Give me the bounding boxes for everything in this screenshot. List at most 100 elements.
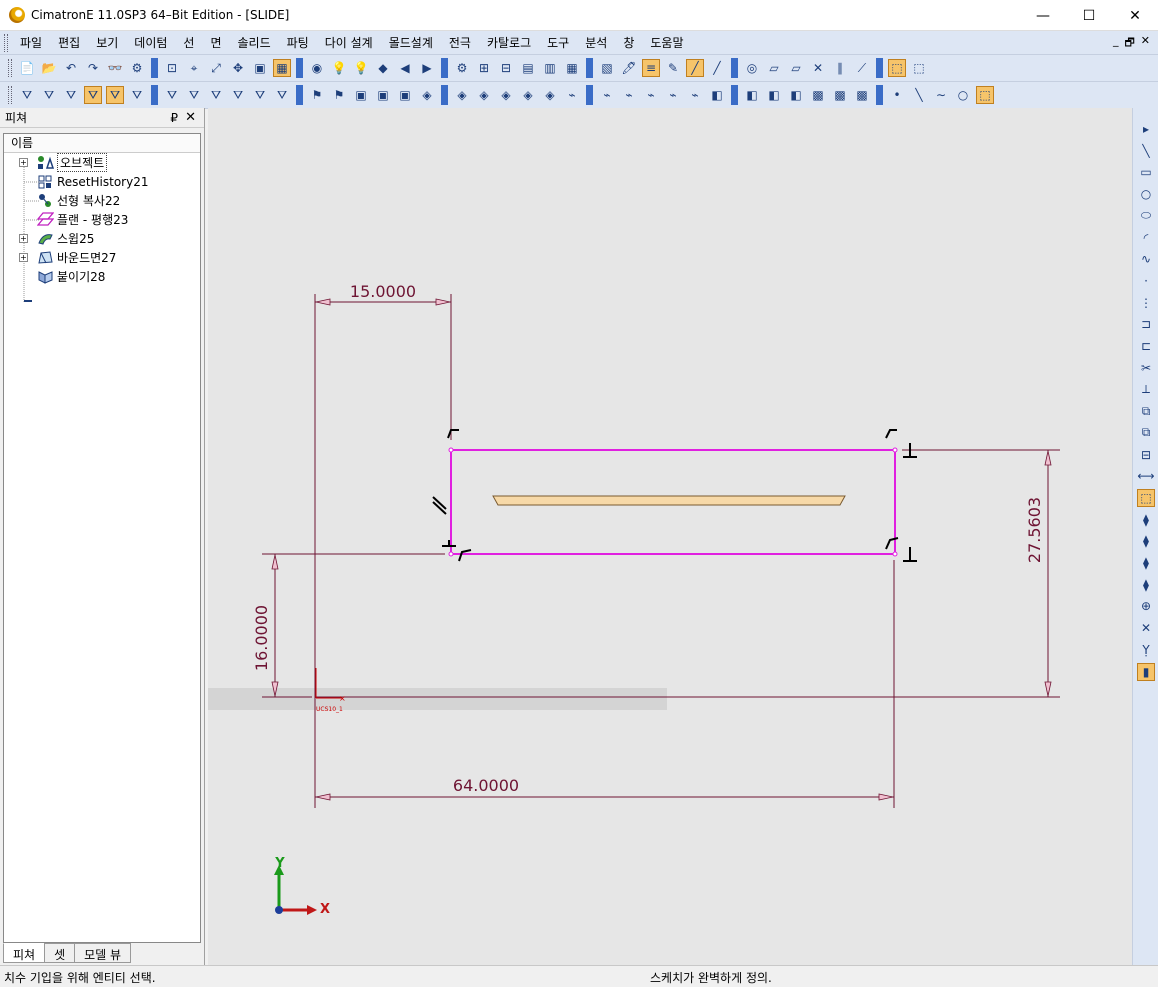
toolbar-icon[interactable]: ╱ xyxy=(708,59,726,77)
mdi-close-button[interactable]: ✕ xyxy=(1141,34,1150,53)
menu-datum[interactable]: 데이텀 xyxy=(126,34,175,51)
tab-sets[interactable]: 셋 xyxy=(44,943,76,963)
menu-edit[interactable]: 편집 xyxy=(50,34,88,51)
feature-tree[interactable]: 이름 + 오브젝트 ResetHistory21 선형 복사22 플랜 - 평행… xyxy=(3,133,201,943)
toolbar-icon[interactable]: ◆ xyxy=(374,59,392,77)
sketch-tool-icon[interactable]: ▭ xyxy=(1137,163,1155,181)
toolbar-icon[interactable]: 🖊 xyxy=(620,59,638,77)
toolbar-icon[interactable]: ▣ xyxy=(352,86,370,104)
toolbar-icon[interactable]: ⛛ xyxy=(229,86,247,104)
tab-model-view[interactable]: 모델 뷰 xyxy=(74,943,132,963)
toolbar-icon[interactable]: ⌖ xyxy=(185,59,203,77)
tree-item-bound-face[interactable]: + 바운드면27 xyxy=(4,248,116,267)
toolbar-icon[interactable]: ◎ xyxy=(743,59,761,77)
sketch-tool-icon[interactable]: ∿ xyxy=(1137,250,1155,268)
toolbar-icon[interactable]: ▣ xyxy=(396,86,414,104)
sketch-tool-icon[interactable]: ⧫ xyxy=(1137,554,1155,572)
toolbar-icon[interactable]: 📄 xyxy=(18,59,36,77)
toolbar-icon[interactable]: ↶ xyxy=(62,59,80,77)
sketch-tool-icon[interactable]: ⧫ xyxy=(1137,532,1155,550)
toolbar-icon[interactable]: ⌁ xyxy=(598,86,616,104)
menu-view[interactable]: 보기 xyxy=(88,34,126,51)
tree-item-linear-copy[interactable]: 선형 복사22 xyxy=(4,191,120,210)
toolbar-overflow-button[interactable] xyxy=(586,58,593,78)
toolbar-icon[interactable]: ⛛ xyxy=(185,86,203,104)
toolbar-icon[interactable]: ⌁ xyxy=(563,86,581,104)
maximize-button[interactable]: ☐ xyxy=(1066,0,1112,31)
toolbar-icon[interactable]: ◈ xyxy=(475,86,493,104)
menu-line[interactable]: 선 xyxy=(175,34,202,51)
toolbar-grip[interactable] xyxy=(8,59,12,77)
menu-solid[interactable]: 솔리드 xyxy=(230,34,279,51)
toolbar-icon[interactable]: ◈ xyxy=(418,86,436,104)
toolbar-icon[interactable]: ⛛ xyxy=(163,86,181,104)
toolbar-icon[interactable]: ▥ xyxy=(541,59,559,77)
toolbar-icon[interactable]: ⤢ xyxy=(207,59,225,77)
sketch-tool-icon[interactable]: ⊕ xyxy=(1137,597,1155,615)
toolbar-grip[interactable] xyxy=(8,86,12,104)
toolbar-icon[interactable]: ◈ xyxy=(541,86,559,104)
menu-file[interactable]: 파일 xyxy=(12,34,50,51)
toolbar-icon[interactable]: 💡 xyxy=(330,59,348,77)
toolbar-icon[interactable]: ⛛ xyxy=(40,86,58,104)
toolbar-icon[interactable]: ⛛ xyxy=(128,86,146,104)
toolbar-icon[interactable]: ◧ xyxy=(708,86,726,104)
toolbar-icon[interactable]: ≡ xyxy=(642,59,660,77)
toolbar-icon[interactable]: ◧ xyxy=(743,86,761,104)
dim-bottom-width[interactable]: 64.0000 xyxy=(453,776,519,795)
toolbar-icon[interactable]: ▩ xyxy=(831,86,849,104)
toolbar-overflow-button[interactable] xyxy=(441,85,448,105)
toolbar-icon[interactable]: ✕ xyxy=(809,59,827,77)
dim-left-height[interactable]: 16.0000 xyxy=(252,605,271,671)
toolbar-overflow-button[interactable] xyxy=(296,85,303,105)
sketch-tool-icon[interactable]: ▸ xyxy=(1137,120,1155,138)
tree-item-objects[interactable]: + 오브젝트 xyxy=(4,153,108,172)
menu-catalog[interactable]: 카탈로그 xyxy=(479,34,539,51)
sketch-tool-icon[interactable]: ╲ xyxy=(1137,142,1155,160)
toolbar-icon[interactable]: ▦ xyxy=(563,59,581,77)
sketch-tool-icon[interactable]: ⬭ xyxy=(1137,207,1155,225)
graphics-viewport[interactable]: 15.0000 64.0000 27.5603 16.0000 × UCS10_… xyxy=(208,108,1132,965)
toolbar-icon[interactable]: ∥ xyxy=(831,59,849,77)
toolbar-overflow-button[interactable] xyxy=(876,58,883,78)
tree-column-header[interactable]: 이름 xyxy=(4,134,200,153)
toolbar-icon[interactable]: ↷ xyxy=(84,59,102,77)
sketch-tool-icon[interactable]: ✕ xyxy=(1137,619,1155,637)
toolbar-overflow-button[interactable] xyxy=(731,85,738,105)
toolbar-icon[interactable]: 📂 xyxy=(40,59,58,77)
toolbar-icon[interactable]: ◧ xyxy=(765,86,783,104)
toolbar-icon[interactable]: ⚑ xyxy=(308,86,326,104)
sketch-tool-icon[interactable]: · xyxy=(1137,272,1155,290)
sketch-tool-icon[interactable]: Ỵ xyxy=(1137,641,1155,659)
tree-item-reset-history[interactable]: ResetHistory21 xyxy=(4,172,148,191)
close-button[interactable]: ✕ xyxy=(1112,0,1158,31)
toolbar-icon[interactable]: ⛛ xyxy=(207,86,225,104)
toolbar-icon[interactable]: ▩ xyxy=(809,86,827,104)
menu-electrode[interactable]: 전극 xyxy=(441,34,479,51)
dim-top-width[interactable]: 15.0000 xyxy=(350,282,416,301)
toolbar-icon[interactable]: ⛛ xyxy=(106,86,124,104)
mdi-minimize-button[interactable]: _ xyxy=(1113,34,1119,53)
toolbar-icon[interactable]: ▶ xyxy=(418,59,436,77)
toolbar-icon[interactable]: ⛛ xyxy=(84,86,102,104)
toolbar-icon[interactable]: ⬚ xyxy=(910,59,928,77)
toolbar-icon[interactable]: ⛛ xyxy=(251,86,269,104)
toolbar-icon[interactable]: ╱ xyxy=(686,59,704,77)
sketch-tool-icon[interactable]: ⟂ xyxy=(1137,380,1155,398)
toolbar-icon[interactable]: ⌁ xyxy=(642,86,660,104)
toolbar-icon[interactable]: ⛛ xyxy=(273,86,291,104)
expand-icon[interactable]: + xyxy=(19,234,28,243)
sketch-tool-icon[interactable]: ⊐ xyxy=(1137,315,1155,333)
toolbar-icon[interactable]: 💡 xyxy=(352,59,370,77)
toolbar-icon[interactable]: ∼ xyxy=(932,86,950,104)
expand-icon[interactable]: + xyxy=(19,253,28,262)
toolbar-overflow-button[interactable] xyxy=(296,58,303,78)
toolbar-icon[interactable]: ▤ xyxy=(519,59,537,77)
toolbar-icon[interactable]: ⟋ xyxy=(853,59,871,77)
menu-window[interactable]: 창 xyxy=(615,34,642,51)
sketch-tool-icon[interactable]: ⧫ xyxy=(1137,576,1155,594)
toolbar-icon[interactable]: ⊟ xyxy=(497,59,515,77)
toolbar-icon[interactable]: ▱ xyxy=(765,59,783,77)
toolbar-icon[interactable]: 👓 xyxy=(106,59,124,77)
toolbar-icon[interactable]: ▱ xyxy=(787,59,805,77)
